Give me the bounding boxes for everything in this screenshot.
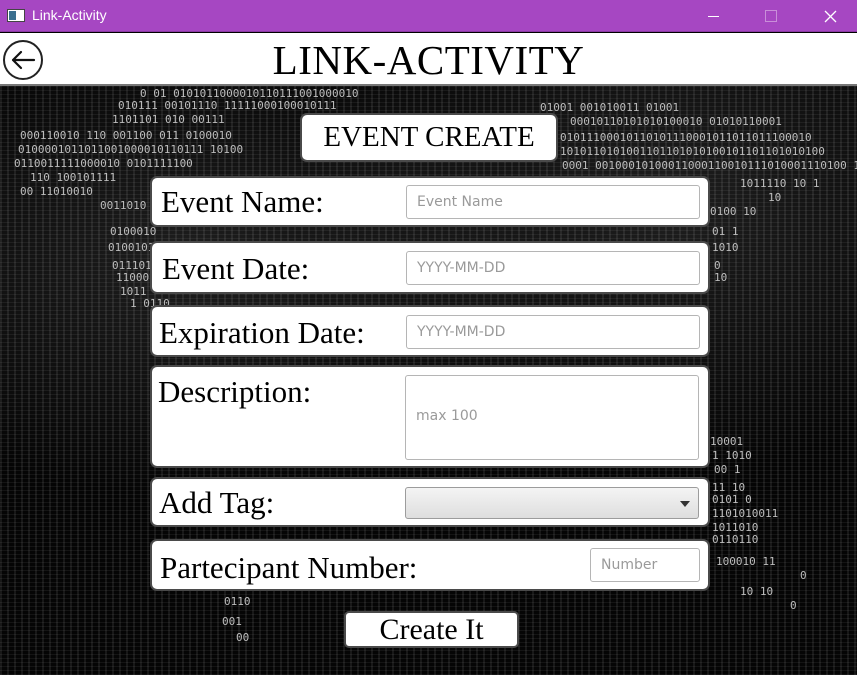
chevron-down-icon: [680, 501, 690, 507]
minimize-icon: [707, 15, 719, 17]
description-row: Description:: [150, 365, 710, 468]
expiration-date-input[interactable]: [406, 315, 700, 349]
app-heading: LINK-ACTIVITY: [272, 37, 585, 83]
participant-number-input[interactable]: [590, 548, 700, 582]
close-icon: [824, 10, 836, 22]
expiration-date-label: Expiration Date:: [159, 315, 365, 350]
form-title: EVENT CREATE: [300, 113, 558, 162]
event-date-label: Event Date:: [162, 251, 310, 286]
maximize-button[interactable]: [751, 0, 791, 32]
app-header: LINK-ACTIVITY: [0, 33, 857, 86]
add-tag-label: Add Tag:: [159, 485, 275, 520]
participant-number-label: Partecipant Number:: [160, 550, 418, 585]
expiration-date-row: Expiration Date:: [150, 305, 710, 357]
participant-number-row: Partecipant Number:: [150, 539, 710, 591]
app-icon: [7, 9, 25, 22]
close-button[interactable]: [810, 0, 850, 32]
event-name-input[interactable]: [406, 185, 700, 219]
event-name-label: Event Name:: [161, 184, 324, 219]
event-date-row: Event Date:: [150, 241, 710, 294]
minimize-button[interactable]: [693, 0, 733, 32]
description-label: Description:: [158, 374, 312, 409]
add-tag-row: Add Tag:: [150, 477, 710, 527]
event-date-input[interactable]: [406, 251, 700, 285]
description-textarea[interactable]: [405, 375, 699, 460]
tag-select[interactable]: [405, 487, 699, 519]
create-button[interactable]: Create It: [344, 611, 519, 648]
event-name-row: Event Name:: [150, 176, 710, 227]
window-title: Link-Activity: [32, 7, 107, 23]
maximize-icon: [765, 10, 777, 22]
window-titlebar: Link-Activity: [0, 0, 857, 32]
